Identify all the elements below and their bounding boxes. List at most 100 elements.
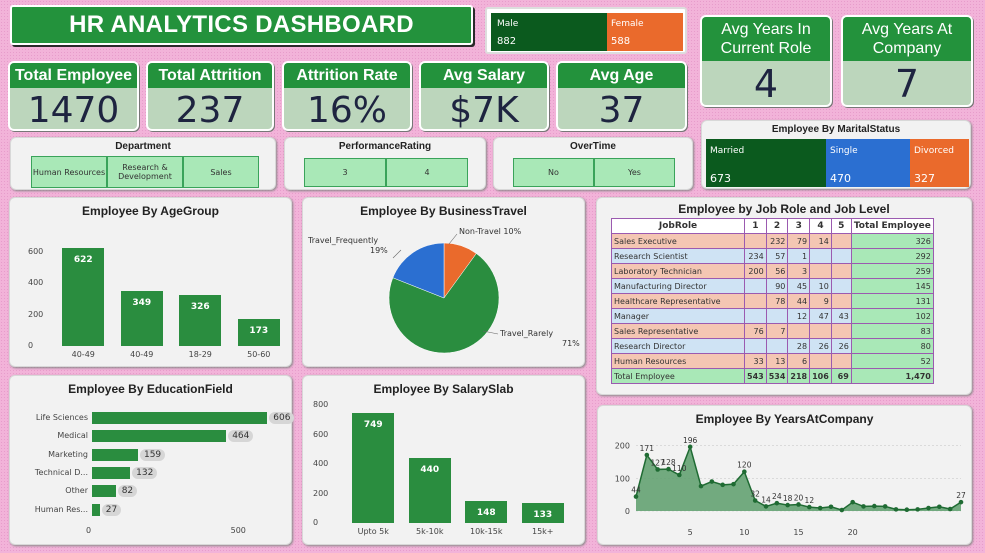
value-cell	[765, 308, 789, 324]
y-tick-label: Medical	[57, 431, 88, 441]
x-tick-label: 0	[86, 526, 92, 535]
table-total-row: Total Employee 543 534 218 106 69 1,470	[611, 368, 934, 384]
value-cell	[830, 278, 852, 294]
table-row: Manager 12 47 43 102	[611, 308, 934, 324]
bar-data-label: 464	[228, 430, 254, 443]
value-cell	[744, 308, 767, 324]
value-cell: 259	[850, 263, 934, 279]
page-title: HR ANALYTICS DASHBOARD	[10, 5, 473, 45]
data-point	[687, 444, 693, 450]
value-cell: 45	[787, 278, 811, 294]
data-point	[807, 504, 812, 510]
value-cell: 26	[809, 338, 832, 354]
pie-label-line: 19%	[370, 246, 388, 255]
value-cell: 326	[850, 233, 934, 249]
value-cell: 56	[765, 263, 789, 279]
slicer-option-hr[interactable]: Human Resources	[31, 156, 107, 188]
value-cell: 200	[744, 263, 767, 279]
kpi-label: Avg Years At Company	[843, 17, 971, 61]
pie-slice-label: Travel_Frequently 19%	[307, 236, 388, 255]
table-header-cell[interactable]: 3	[787, 218, 811, 234]
slicer-option-yes[interactable]: Yes	[594, 158, 675, 187]
bar-data-label: 27	[101, 503, 122, 516]
pie-label-line: Travel_Rarely	[499, 329, 553, 338]
x-tick-label: 15	[793, 528, 803, 537]
pie-label-line: Travel_Frequently	[307, 236, 378, 245]
value-cell	[830, 233, 852, 249]
job-role-cell: Sales Representative	[611, 323, 745, 339]
kpi-label-line2: Company	[872, 40, 942, 57]
marital-tile-divorced[interactable]: Divorced 327	[910, 139, 969, 187]
marital-tile-married[interactable]: Married 673	[706, 139, 826, 187]
data-label: 24	[772, 492, 782, 501]
table-header-cell[interactable]: 2	[765, 218, 789, 234]
value-cell: 7	[765, 323, 789, 339]
data-label: 196	[683, 436, 698, 445]
kpi-avg-years-company: Avg Years At Company 7	[841, 15, 973, 107]
data-label: 44	[631, 486, 641, 495]
kpi-total-employee: Total Employee 1470	[8, 61, 139, 131]
data-point	[720, 482, 725, 488]
value-cell	[744, 293, 767, 309]
value-cell: 47	[809, 308, 832, 324]
data-point	[644, 452, 650, 458]
department-slicer: Department Human Resources Research & De…	[10, 137, 276, 190]
y-tick-label: Technical D...	[34, 467, 88, 477]
value-cell: 80	[850, 338, 934, 354]
kpi-avg-age: Avg Age 37	[556, 61, 687, 131]
gender-male[interactable]: Male 882	[491, 13, 607, 51]
data-point	[947, 506, 953, 512]
slicer-option-rd[interactable]: Research & Development	[107, 156, 183, 188]
data-label: 110	[672, 464, 687, 473]
y-tick-label: 0	[625, 507, 630, 516]
table-header-cell[interactable]: 5	[830, 218, 852, 234]
table-header-cell[interactable]: Total Employee	[850, 218, 934, 234]
slicer-option-4[interactable]: 4	[386, 158, 468, 187]
education-panel: Employee By EducationField Life Sciences…	[9, 375, 295, 545]
job-role-cell: Laboratory Technician	[611, 263, 745, 279]
value-cell: 90	[765, 278, 789, 294]
y-tick-label: 400	[313, 459, 329, 468]
marital-label: Single	[830, 146, 858, 156]
y-tick-label: 200	[313, 488, 329, 498]
data-point	[677, 472, 682, 478]
bar-data-label: 132	[132, 466, 158, 479]
marital-label: Divorced	[914, 146, 954, 156]
pie-label-line: Non-Travel 10%	[459, 227, 522, 236]
bar-data-label: 159	[139, 448, 166, 461]
data-point	[666, 466, 671, 472]
value-cell	[744, 233, 767, 249]
data-point	[861, 504, 866, 509]
male-label: Male	[497, 19, 519, 29]
data-point	[731, 481, 736, 487]
y-tick-label: 600	[28, 246, 44, 256]
total-cell: 534	[765, 368, 789, 384]
y-tick-label: 400	[28, 278, 44, 288]
bar-data-label: 82	[117, 485, 138, 498]
kpi-label: Avg Salary	[421, 63, 547, 88]
slicer-option-sales[interactable]: Sales	[183, 156, 259, 188]
table-header-cell[interactable]: 4	[809, 218, 832, 234]
marital-tile-single[interactable]: Single 470	[826, 139, 910, 187]
slicer-option-3[interactable]: 3	[304, 158, 386, 187]
table-row: Sales Executive 232 79 14 326	[611, 233, 934, 249]
gender-female[interactable]: Female 588	[607, 13, 683, 51]
total-cell: 69	[830, 368, 852, 384]
table-row: Laboratory Technician 200 56 3 259	[611, 263, 934, 279]
value-cell: 3	[787, 263, 811, 279]
y-tick-label: 100	[615, 474, 630, 483]
value-cell: 26	[830, 338, 852, 354]
value-cell	[809, 323, 832, 339]
slicer-option-no[interactable]: No	[513, 158, 594, 187]
bar-data-label: 148	[476, 508, 496, 519]
data-point	[828, 504, 834, 510]
table-header-cell[interactable]: 1	[744, 218, 767, 234]
slicer-title: Department	[115, 141, 171, 152]
job-role-cell: Human Resources	[611, 353, 745, 369]
job-role-table-wrap: JobRole 1 2 3 4 5 Total Employee Sales Executiv…	[611, 218, 934, 384]
data-point	[742, 469, 747, 475]
age-group-panel: Employee By AgeGroup 0 200 400 600 622 40-49 3…	[9, 197, 292, 367]
value-cell: 292	[850, 248, 934, 264]
table-header-cell[interactable]: JobRole	[611, 218, 745, 234]
table-row: Manufacturing Director 90 45 10 145	[611, 278, 934, 294]
